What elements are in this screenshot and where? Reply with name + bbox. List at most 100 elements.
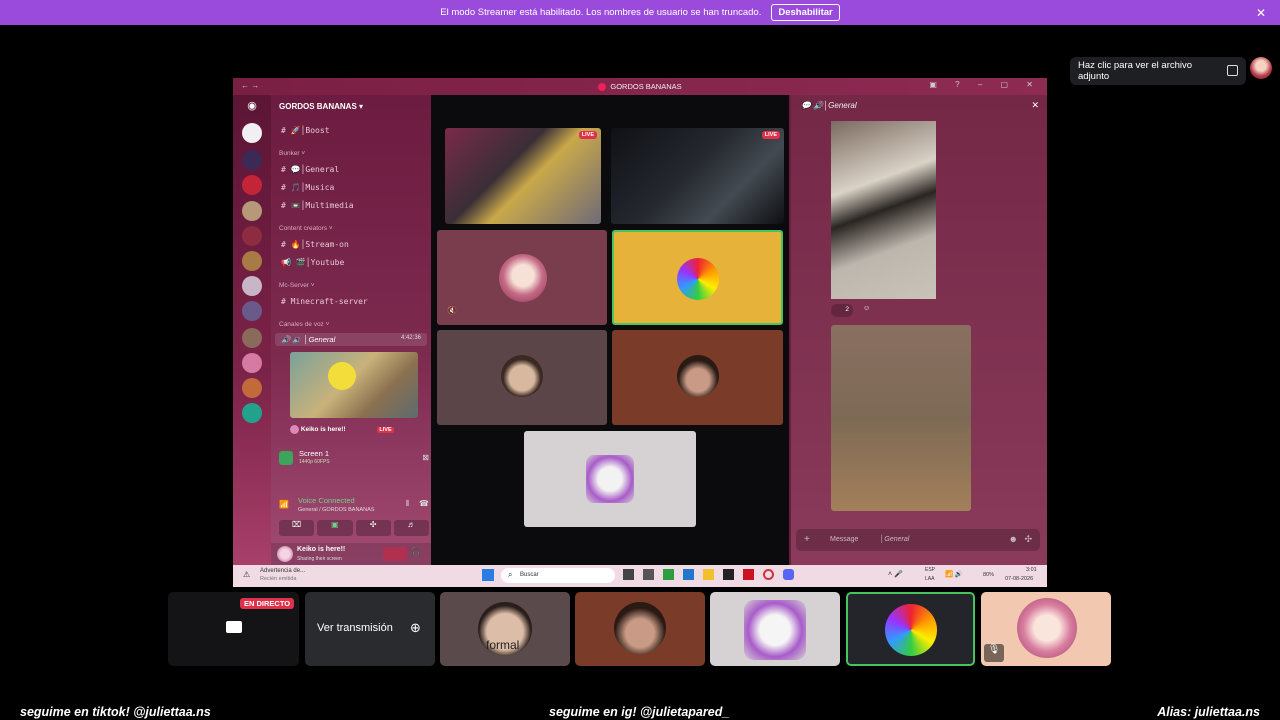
server-icon-7[interactable]	[242, 276, 262, 296]
voice-user[interactable]: Keiko is here!! LIVE	[290, 425, 394, 434]
app-icon-4[interactable]	[743, 569, 754, 580]
message-placeholder: Message	[830, 536, 859, 543]
wifi-volume-icon[interactable]: 📶 🔊	[945, 570, 963, 578]
server-icon-5[interactable]	[242, 226, 262, 246]
server-name[interactable]: GORDOS BANANAS ▾	[279, 102, 363, 111]
avatar	[1017, 598, 1077, 658]
avatar	[290, 425, 299, 434]
add-reaction-icon[interactable]: ☺	[863, 305, 870, 312]
live-badge: LIVE	[578, 131, 597, 139]
avatar	[501, 355, 543, 397]
close-icon[interactable]: ✕	[1031, 100, 1039, 111]
call-stage: LIVE LIVE 🔇	[431, 95, 789, 565]
category-mc[interactable]: Mc-Server ˅	[279, 282, 315, 289]
add-watch-icon[interactable]: ⊕	[410, 620, 421, 636]
blurred-attachment[interactable]	[831, 325, 971, 511]
cat-photo[interactable]	[831, 121, 936, 299]
channel-boost[interactable]: # 🚀│Boost	[281, 126, 330, 135]
window-controls[interactable]: ▣ ? – ▢ ✕	[929, 80, 1041, 89]
avatar	[885, 604, 937, 656]
taskbar-search[interactable]: ⌕ Buscar	[501, 568, 615, 583]
caption-tiktok: seguime en tiktok! @juliettaa.ns	[20, 705, 211, 719]
chat-channel-name: General	[828, 101, 857, 110]
participant-tile-5[interactable]: 🎙	[981, 592, 1111, 666]
user-tile-3[interactable]	[437, 330, 607, 425]
server-icon-10[interactable]	[242, 353, 262, 373]
task-view-icon[interactable]	[623, 569, 634, 580]
back-forward-icon[interactable]: ← →	[241, 81, 259, 90]
participant-tile-2[interactable]	[575, 592, 705, 666]
stream-tile-live[interactable]: EN DIRECTO	[168, 592, 299, 666]
apps-icon[interactable]: ✣	[1024, 534, 1032, 545]
mute-button[interactable]	[383, 547, 407, 561]
app-icon-1[interactable]	[643, 569, 654, 580]
caption-alias: Alias: juliettaa.ns	[1157, 705, 1260, 719]
server-icon-4[interactable]	[242, 201, 262, 221]
channel-stream-on[interactable]: # 🔥│Stream-on	[281, 240, 349, 249]
user-tile-5[interactable]	[524, 431, 696, 527]
server-icon-2[interactable]	[242, 150, 262, 170]
search-icon: ⌕	[508, 570, 513, 579]
avatar[interactable]	[1250, 57, 1272, 79]
plus-icon[interactable]: +	[804, 534, 810, 545]
server-icon-12[interactable]	[242, 403, 262, 423]
windows-start-icon[interactable]	[482, 569, 494, 581]
server-icon	[598, 82, 607, 91]
activities-icon[interactable]: ✣	[355, 520, 391, 536]
user-tile-1[interactable]: 🔇	[437, 230, 607, 325]
avatar	[586, 455, 634, 503]
channel-musica[interactable]: # 🎵│Musica	[281, 183, 334, 192]
server-icon-11[interactable]	[242, 378, 262, 398]
category-voice[interactable]: Canales de voz ˅	[279, 321, 329, 328]
stream-tile-2[interactable]: LIVE	[611, 128, 784, 224]
message-input[interactable]: + Message │General ☻ ✣	[796, 529, 1040, 551]
channel-label: Stream-on	[305, 240, 349, 249]
app-icon-2[interactable]	[683, 569, 694, 580]
channel-minecraft[interactable]: # Minecraft-server	[281, 297, 368, 306]
headphone-icon[interactable]: 🎧	[411, 547, 421, 556]
server-icon-6[interactable]	[242, 251, 262, 271]
channel-multimedia[interactable]: # 📼│Multimedia	[281, 201, 354, 210]
participant-tile-4[interactable]	[846, 592, 975, 666]
opera-icon[interactable]	[763, 569, 774, 580]
disable-streamer-button[interactable]: Deshabilitar	[771, 4, 840, 21]
stream-preview[interactable]	[290, 352, 418, 418]
folder-icon[interactable]	[703, 569, 714, 580]
tray-icons[interactable]: ˄ 🎤	[888, 570, 903, 578]
participant-tile-3[interactable]	[710, 592, 840, 666]
channel-label: General	[305, 165, 340, 174]
stream-tile-1[interactable]: LIVE	[445, 128, 601, 224]
server-icon-8[interactable]	[242, 301, 262, 321]
watch-stream-tile[interactable]: Ver transmisión ⊕	[305, 592, 435, 666]
close-icon[interactable]: ✕	[1256, 6, 1266, 20]
attachment-tooltip[interactable]: Haz clic para ver el archivo adjunto	[1070, 57, 1246, 85]
server-icon-1[interactable]	[242, 123, 262, 143]
category-bunker[interactable]: Bunker ˅	[279, 150, 305, 157]
disconnect-icon[interactable]: ☎	[419, 499, 429, 508]
server-icon-3[interactable]	[242, 175, 262, 195]
watch-stream-button[interactable]: Ver transmisión	[317, 622, 393, 634]
avatar[interactable]	[277, 546, 293, 562]
camera-off-icon[interactable]: ⌧	[279, 520, 315, 536]
voice-connection-panel: 📶 Voice Connected General / GORDOS BANAN…	[279, 494, 429, 516]
emoji-icon[interactable]: ☻	[1009, 534, 1018, 544]
notification-title[interactable]: Advertencia de...	[260, 568, 305, 574]
user-tile-4[interactable]	[612, 330, 783, 425]
stop-share-icon[interactable]: ⊠	[422, 453, 429, 462]
noise-icon[interactable]: ⦀	[405, 499, 409, 509]
screen-share-icon[interactable]: ▣	[317, 520, 353, 536]
app-icon-3[interactable]	[723, 569, 734, 580]
participant-tile-1[interactable]: formal	[440, 592, 570, 666]
category-content[interactable]: Content creators ˅	[279, 225, 333, 232]
category-label: Content creators	[279, 225, 328, 232]
user-tile-2[interactable]	[612, 230, 783, 325]
voice-channel-general[interactable]: 🔊 🔉 │General 4:42:36	[275, 333, 427, 346]
soundboard-icon[interactable]: ♬	[393, 520, 429, 536]
discord-home-icon[interactable]: ◉	[242, 99, 262, 119]
channel-youtube[interactable]: 📢 🎬│Youtube	[281, 258, 344, 267]
xbox-icon[interactable]	[663, 569, 674, 580]
server-icon-9[interactable]	[242, 328, 262, 348]
reaction-chip[interactable]: 2	[831, 304, 853, 317]
discord-icon[interactable]	[783, 569, 794, 580]
channel-general[interactable]: # 💬│General	[281, 165, 339, 174]
